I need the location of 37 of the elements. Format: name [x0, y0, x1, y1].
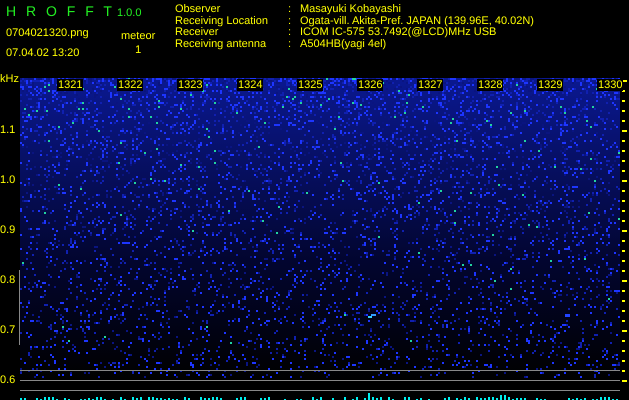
info-value: Ogata-vill. Akita-Pref. JAPAN (139.96E, 40.02N) [300, 16, 534, 27]
time-label: 1326 [357, 79, 384, 91]
meteor-echo-icon [368, 314, 376, 318]
info-separator: : [288, 38, 292, 50]
time-label: 1324 [237, 79, 264, 91]
frequency-label: 1.0 [0, 174, 16, 186]
info-value: A504HB(yagi 4el) [300, 38, 386, 50]
info-separator: : [288, 4, 292, 16]
info-separator: : [288, 27, 292, 38]
echo-icon [565, 314, 570, 317]
info-value: Masayuki Kobayashi [300, 4, 401, 16]
info-value: ICOM IC-575 53.7492(@LCD)MHz USB [300, 27, 496, 38]
file-name: 0704021320.png [6, 26, 90, 41]
info-label: Receiving Location [175, 16, 269, 27]
app-version: 1.0.0 [116, 6, 142, 21]
time-label: 1329 [537, 79, 564, 91]
time-label: 1322 [117, 79, 144, 91]
frequency-label: 1.1 [0, 124, 16, 136]
frequency-label: 0.6 [0, 374, 16, 386]
frequency-label: 0.7 [0, 324, 16, 336]
meteor-label: meteor [121, 29, 156, 43]
unit-label: kHz [0, 72, 19, 87]
time-label: 1325 [297, 79, 324, 91]
frequency-label: 0.8 [0, 274, 16, 286]
time-label: 1330 [597, 79, 624, 91]
frequency-label: 0.9 [0, 224, 16, 236]
info-label: Receiving antenna [175, 38, 268, 50]
info-label: Observer [175, 4, 222, 16]
info-label: Receiver [175, 27, 218, 38]
time-label: 1327 [417, 79, 444, 91]
time-label: 1328 [477, 79, 504, 91]
file-datetime: 07.04.02 13:20 [6, 46, 80, 61]
app-title: H R O F F T [6, 2, 115, 21]
time-label: 1321 [57, 79, 84, 91]
info-separator: : [288, 16, 292, 27]
meteor-count: 1 [135, 43, 142, 57]
time-label: 1323 [177, 79, 204, 91]
